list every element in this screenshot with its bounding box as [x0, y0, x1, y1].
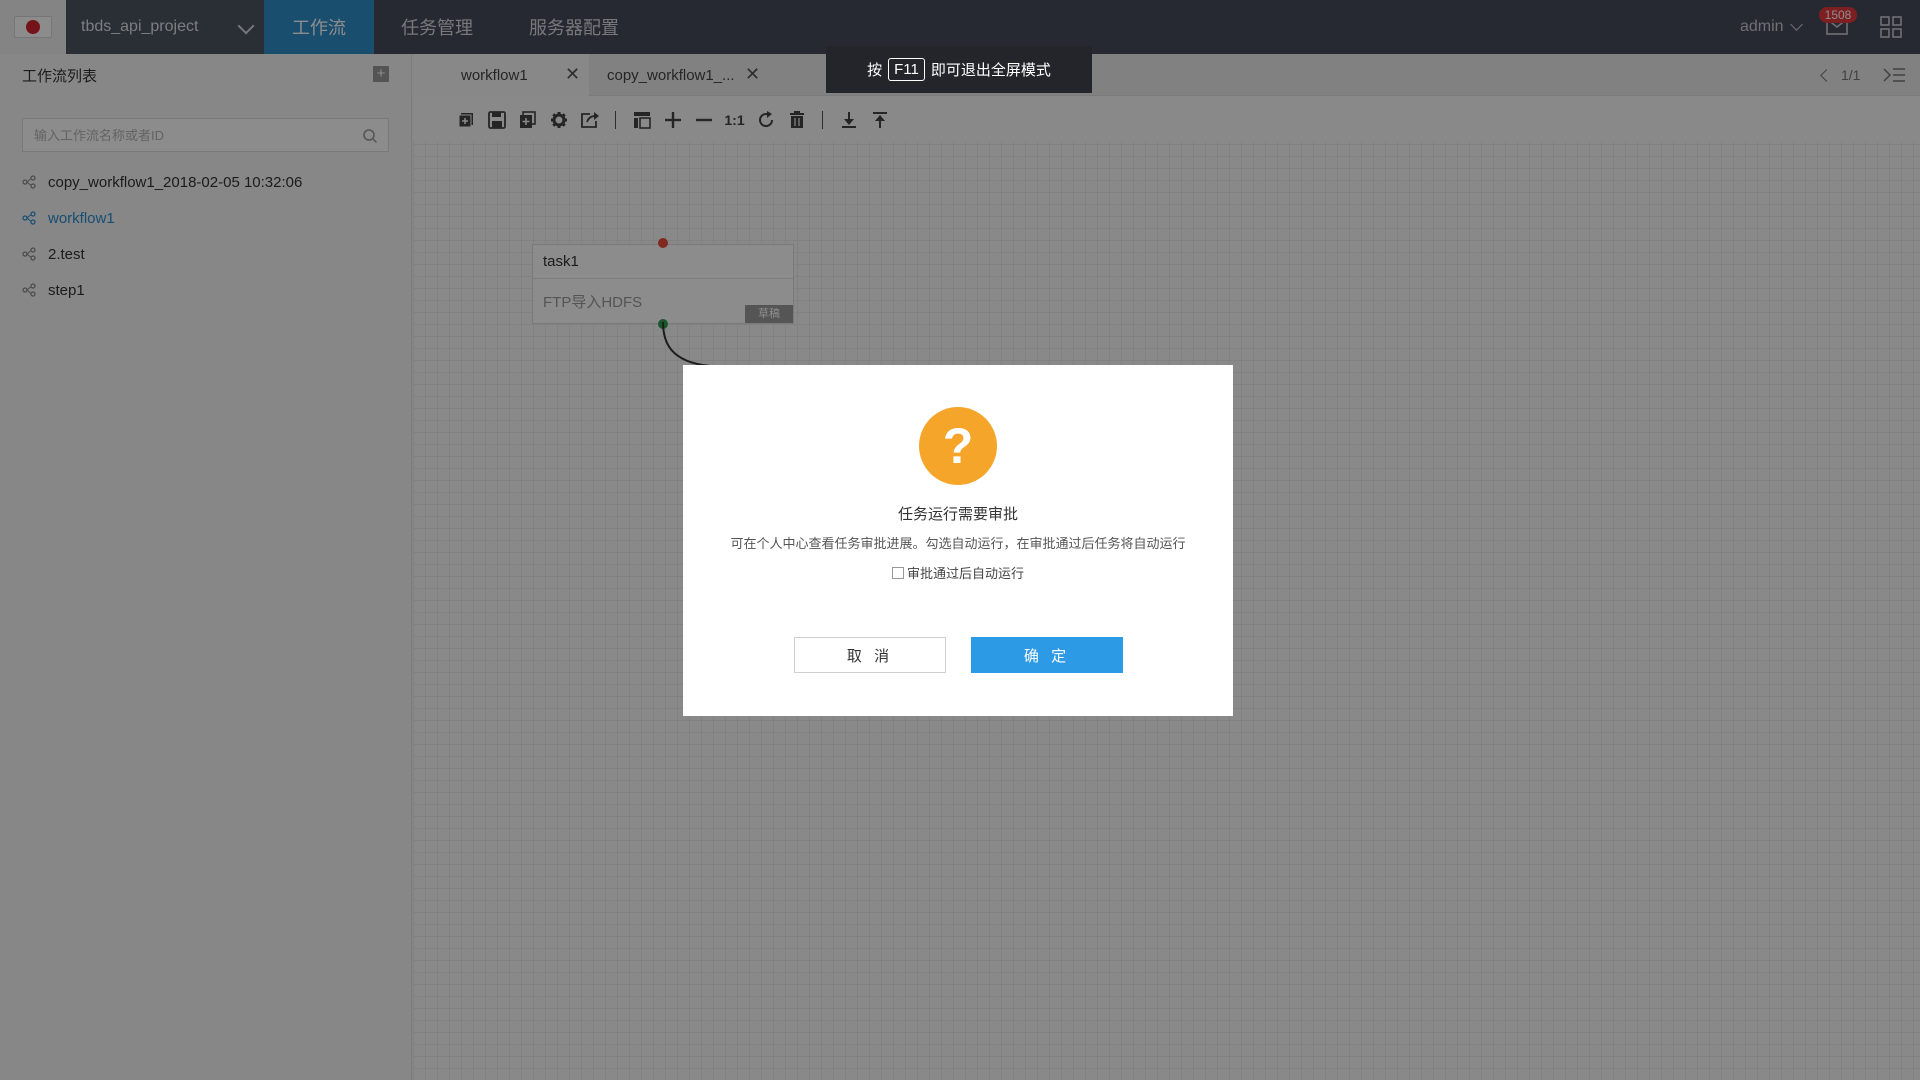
f11-hint-pre: 按 [867, 62, 883, 79]
confirm-button[interactable]: 确 定 [971, 637, 1123, 673]
f11-hint-post: 即可退出全屏模式 [930, 62, 1051, 79]
approval-dialog: ? 任务运行需要审批 可在个人中心查看任务审批进展。勾选自动运行，在审批通过后任… [683, 365, 1233, 716]
dialog-title: 任务运行需要审批 [897, 506, 1018, 523]
cancel-button[interactable]: 取 消 [794, 637, 946, 673]
auto-run-option[interactable]: 审批通过后自动运行 [683, 563, 1233, 582]
auto-run-checkbox[interactable] [891, 566, 904, 579]
fullscreen-hint-banner: 按 F11 即可退出全屏模式 [826, 46, 1092, 93]
dialog-message: 可在个人中心查看任务审批进展。勾选自动运行，在审批通过后任务将自动运行 [730, 536, 1186, 551]
f11-key: F11 [888, 58, 925, 81]
auto-run-label: 审批通过后自动运行 [906, 566, 1024, 581]
question-icon: ? [919, 407, 997, 485]
